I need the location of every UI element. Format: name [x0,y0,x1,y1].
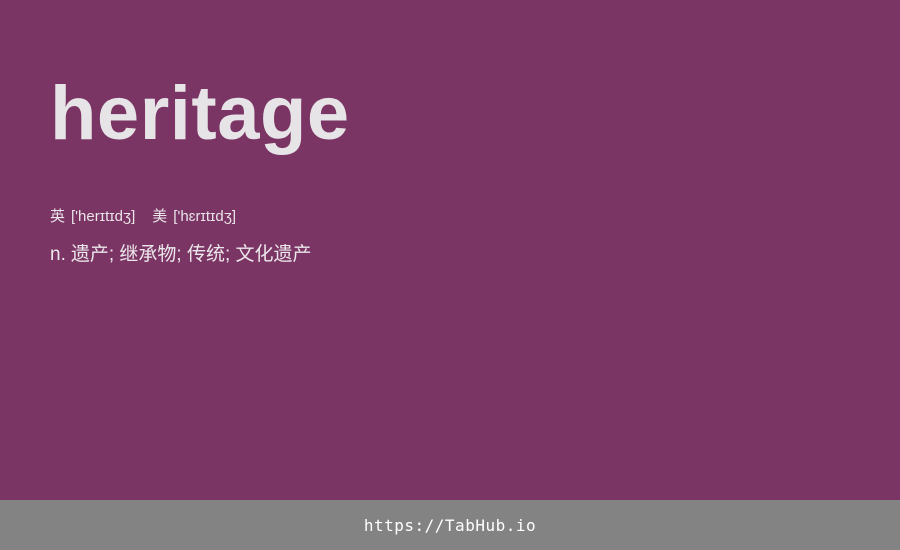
definition-text: 遗产; 继承物; 传统; 文化遗产 [70,244,312,265]
word-title: heritage [50,71,350,156]
phonetics-row: 英 ['herɪtɪdʒ] 美 ['hɛrɪtɪdʒ] [50,205,900,226]
uk-ipa: ['herɪtɪdʒ] [71,208,136,225]
word-card: heritage 英 ['herɪtɪdʒ] 美 ['hɛrɪtɪdʒ] n. … [0,0,900,500]
us-ipa: ['hɛrɪtɪdʒ] [173,208,237,225]
tabhub-link[interactable]: https://TabHub.io [364,516,536,535]
uk-pronunciation: 英 ['herɪtɪdʒ] [50,205,135,226]
uk-label: 英 [50,208,66,225]
us-pronunciation: 美 ['hɛrɪtɪdʒ] [152,205,236,226]
part-of-speech: n. [50,244,66,265]
footer-bar: https://TabHub.io [0,500,900,550]
us-label: 美 [152,208,168,225]
definition-row: n. 遗产; 继承物; 传统; 文化遗产 [50,239,900,266]
